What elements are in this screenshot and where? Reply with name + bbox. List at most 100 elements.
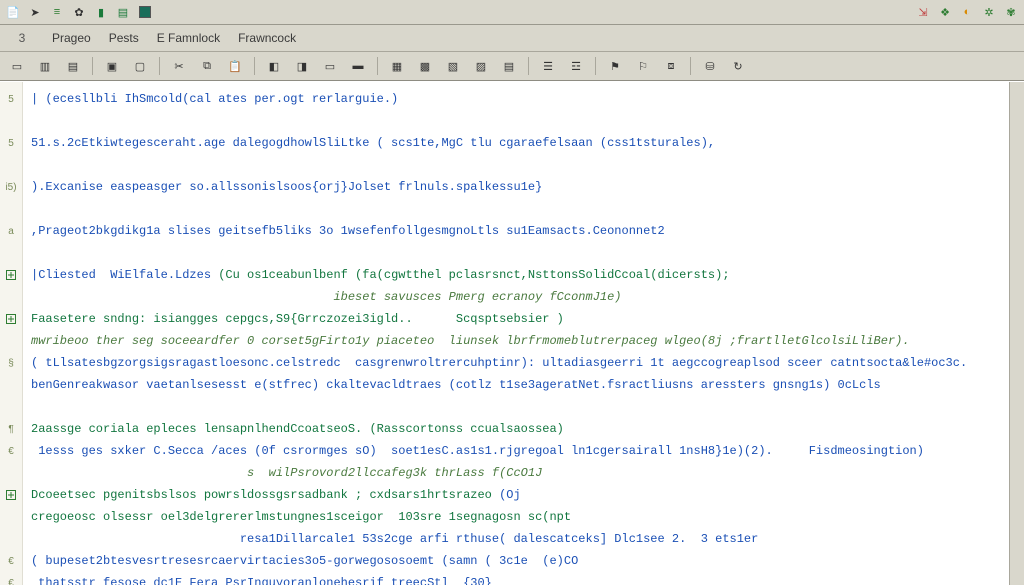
code-line[interactable]: Faasetere sndng: isiangges cepgcs,S9{Grr… <box>31 308 999 330</box>
cut-button[interactable]: ✂ <box>168 55 190 77</box>
list-2-button[interactable]: ☲ <box>565 55 587 77</box>
panel-icon[interactable] <box>138 5 152 19</box>
code-line[interactable] <box>31 396 999 418</box>
code-line[interactable]: cregoeosc olsessr oel3delgrererlmstungne… <box>31 506 999 528</box>
gutter-num: 5 <box>0 88 22 110</box>
gear-icon[interactable]: ✿ <box>72 5 86 19</box>
layout-b-button[interactable]: ▤ <box>62 55 84 77</box>
breadcrumb-bar: 3 Prageo Pests E Famnlock Frawncock <box>0 25 1024 52</box>
gutter-blank <box>0 396 22 418</box>
arrow-icon[interactable]: ➤ <box>28 5 42 19</box>
paste-button[interactable]: 📋 <box>224 55 246 77</box>
top-right-icons: ⇲ ❖ ◐ ✲ ✾ <box>916 5 1018 19</box>
gutter-box[interactable] <box>0 308 22 330</box>
export-icon[interactable]: ⇲ <box>916 5 930 19</box>
gutter-txt: € <box>0 550 22 572</box>
code-line[interactable]: | (ecesllbli IhSmcold(cal ates per.ogt r… <box>31 88 999 110</box>
gutter-box[interactable] <box>0 484 22 506</box>
top-icon-strip: 📄 ➤ ≡ ✿ ▮ ▤ ⇲ ❖ ◐ ✲ ✾ <box>0 0 1024 25</box>
crumb-1[interactable]: Pests <box>109 31 139 45</box>
toolbar-separator <box>159 57 160 75</box>
gutter-blank <box>0 374 22 396</box>
gutter-blank <box>0 110 22 132</box>
gutter-txt: i5) <box>0 176 22 198</box>
code-line[interactable]: 2aassge coriala epleces lensapnlhendCcoa… <box>31 418 999 440</box>
toolbar-separator <box>254 57 255 75</box>
open-button[interactable]: ▢ <box>129 55 151 77</box>
code-line[interactable] <box>31 110 999 132</box>
toggle-b-button[interactable]: ◨ <box>291 55 313 77</box>
chart-icon[interactable]: ▮ <box>94 5 108 19</box>
code-line[interactable]: |Cliested WiElfale.Ldzes (Cu os1ceabunlb… <box>31 264 999 286</box>
gutter-txt: ¶ <box>0 418 22 440</box>
list-1-button[interactable]: ☰ <box>537 55 559 77</box>
work-area: 55i5)a§¶€€€L | (ecesllbli IhSmcold(cal a… <box>0 81 1024 585</box>
toolbar-separator <box>528 57 529 75</box>
new-file-button[interactable]: ▭ <box>6 55 28 77</box>
code-line[interactable]: 1esss ges sxker C.Secca /aces (0f csrorm… <box>31 440 999 462</box>
page-icon[interactable]: 📄 <box>6 5 20 19</box>
refresh-button[interactable]: ↻ <box>727 55 749 77</box>
grid-2-button[interactable]: ▩ <box>414 55 436 77</box>
code-line[interactable] <box>31 198 999 220</box>
app-window: 📄 ➤ ≡ ✿ ▮ ▤ ⇲ ❖ ◐ ✲ ✾ 3 Prageo Pests E F… <box>0 0 1024 585</box>
toggle-c-button[interactable]: ▭ <box>319 55 341 77</box>
code-line[interactable]: ,Prageot2bkgdikg1a slises geitsefb5liks … <box>31 220 999 242</box>
gutter-txt: € <box>0 440 22 462</box>
top-left-icons: 📄 ➤ ≡ ✿ ▮ ▤ <box>6 5 152 19</box>
toolbar-separator <box>377 57 378 75</box>
crumb-3[interactable]: Frawncock <box>238 31 296 45</box>
gutter-blank <box>0 462 22 484</box>
toggle-d-button[interactable]: ▬ <box>347 55 369 77</box>
gutter-txt: § <box>0 352 22 374</box>
gutter-blank <box>0 198 22 220</box>
grid-4-button[interactable]: ▨ <box>470 55 492 77</box>
gutter-blank <box>0 242 22 264</box>
gutter-blank <box>0 528 22 550</box>
tool-b-button[interactable]: ⚐ <box>632 55 654 77</box>
toolbar-separator <box>92 57 93 75</box>
cog-icon[interactable]: ✲ <box>982 5 996 19</box>
crumb-0[interactable]: Prageo <box>52 31 91 45</box>
code-line[interactable]: ( tLlsatesbgzorgsigsragastloesonc.celstr… <box>31 352 999 374</box>
leaf-icon[interactable]: ❖ <box>938 5 952 19</box>
save-button[interactable]: ▣ <box>101 55 123 77</box>
toolbar-separator <box>690 57 691 75</box>
grid-5-button[interactable]: ▤ <box>498 55 520 77</box>
gutter-blank <box>0 154 22 176</box>
code-editor[interactable]: | (ecesllbli IhSmcold(cal ates per.ogt r… <box>23 82 1009 585</box>
gutter-box[interactable] <box>0 264 22 286</box>
code-line[interactable]: thatsstr fesose dc1E Fera PsrInguyoranlo… <box>31 572 999 585</box>
copy-button[interactable]: ⧉ <box>196 55 218 77</box>
grid-3-button[interactable]: ▧ <box>442 55 464 77</box>
editor-gutter: 55i5)a§¶€€€L <box>0 82 23 585</box>
right-stub <box>1009 82 1024 585</box>
tool-c-button[interactable]: ⧈ <box>660 55 682 77</box>
db-icon[interactable]: ≡ <box>50 5 64 19</box>
code-line[interactable]: 51.s.2cEtkiwtegesceraht.age dalegogdhowl… <box>31 132 999 154</box>
tool-a-button[interactable]: ⚑ <box>604 55 626 77</box>
flower-icon[interactable]: ✾ <box>1004 5 1018 19</box>
code-line[interactable]: benGenreakwasor vaetanlsesesst e(stfrec)… <box>31 374 999 396</box>
layout-a-button[interactable]: ▥ <box>34 55 56 77</box>
crumb-2[interactable]: E Famnlock <box>157 31 220 45</box>
code-line[interactable]: mwribeoo ther seg soceeardfer 0 corset5g… <box>31 330 999 352</box>
gutter-num: 5 <box>0 132 22 154</box>
code-line[interactable]: Dcoeetsec pgenitsbslsos powrsldossgsrsad… <box>31 484 999 506</box>
code-line[interactable]: ).Excanise easpeasger so.allssonislsoos{… <box>31 176 999 198</box>
disk-button[interactable]: ⛁ <box>699 55 721 77</box>
code-line[interactable] <box>31 242 999 264</box>
code-line[interactable]: ( bupeset2btesvesrtresesrcaervirtacies3o… <box>31 550 999 572</box>
sheet-icon[interactable]: ▤ <box>116 5 130 19</box>
main-toolbar: ▭ ▥ ▤ ▣ ▢ ✂ ⧉ 📋 ◧ ◨ ▭ ▬ ▦ ▩ ▧ ▨ ▤ ☰ ☲ ⚑ ⚐ ⧈ ⛁ ↻ <box>0 52 1024 81</box>
toggle-a-button[interactable]: ◧ <box>263 55 285 77</box>
gutter-txt: € <box>0 572 22 585</box>
code-line[interactable]: ibeset savusces Pmerg ecranoy fCconmJ1e) <box>31 286 999 308</box>
grid-1-button[interactable]: ▦ <box>386 55 408 77</box>
crumb-index: 3 <box>10 31 34 45</box>
fruit-icon[interactable]: ◐ <box>960 5 974 19</box>
gutter-blank <box>0 330 22 352</box>
code-line[interactable]: resa1Dillarcale1 53s2cge arfi rthuse( da… <box>31 528 999 550</box>
code-line[interactable]: s wilPsrovord2llccafeg3k thrLass f(CcO1J <box>31 462 999 484</box>
code-line[interactable] <box>31 154 999 176</box>
